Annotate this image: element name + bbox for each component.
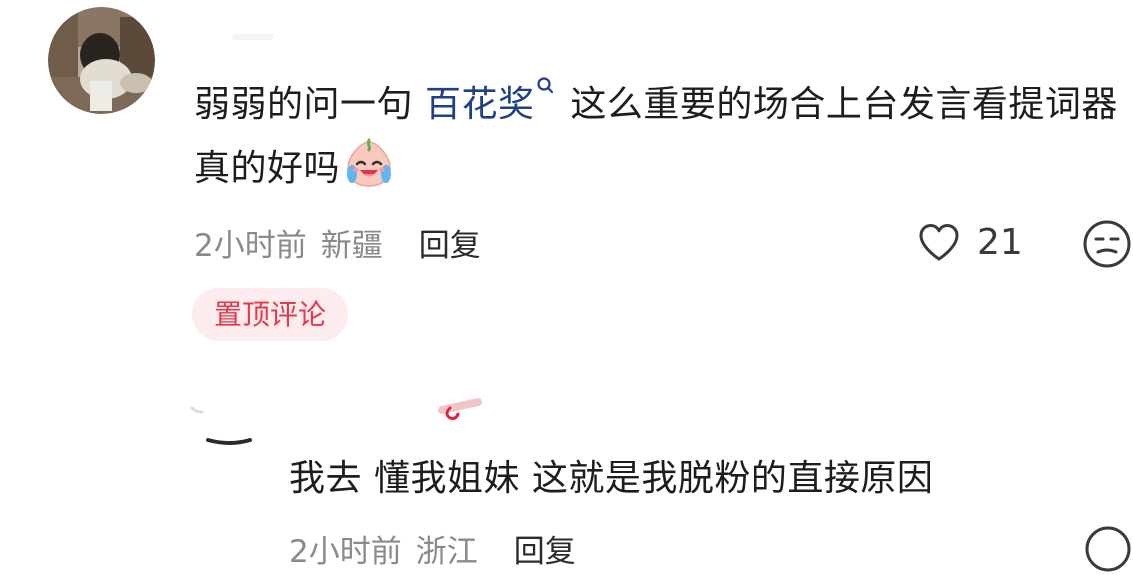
reply-button[interactable]: 回复: [419, 228, 481, 264]
reply-comment-body: 我去 懂我姐妹 这就是我脱粉的直接原因: [289, 458, 934, 499]
reply-comment-meta: 2小时前 浙江 回复: [289, 526, 576, 571]
comment-location: 新疆: [320, 228, 383, 264]
reply-avatar[interactable]: [190, 398, 270, 448]
crying-laugh-emoji-icon: [342, 136, 396, 190]
like-count: 21: [977, 221, 1023, 263]
comment-text-before: 弱弱的问一句: [194, 84, 425, 125]
like-button[interactable]: 21: [915, 218, 1023, 266]
unhappy-face-icon[interactable]: [1081, 218, 1133, 270]
reply-comment-time: 2小时前: [289, 534, 402, 570]
pinned-comment-badge: 置顶评论: [192, 288, 348, 341]
commenter-avatar[interactable]: [48, 7, 155, 114]
reply-comment-reply-button[interactable]: 回复: [514, 534, 576, 570]
reply-username-placeholder: [438, 398, 482, 420]
topic-link[interactable]: 百花奖: [424, 77, 559, 125]
reply-comment-location: 浙江: [415, 534, 478, 570]
heart-outline-icon: [919, 224, 959, 261]
comment-time: 2小时前: [194, 228, 307, 264]
magnifier-icon: [534, 74, 558, 114]
username-placeholder: [232, 34, 274, 40]
unhappy-face-icon[interactable]: [1083, 524, 1133, 574]
comment-meta: 2小时前 新疆 回复: [194, 220, 481, 265]
topic-link-label: 百花奖: [424, 84, 535, 125]
comment-body: 弱弱的问一句 百花奖 这么重要的场合上台发言看提词器真的好吗: [194, 74, 1130, 200]
